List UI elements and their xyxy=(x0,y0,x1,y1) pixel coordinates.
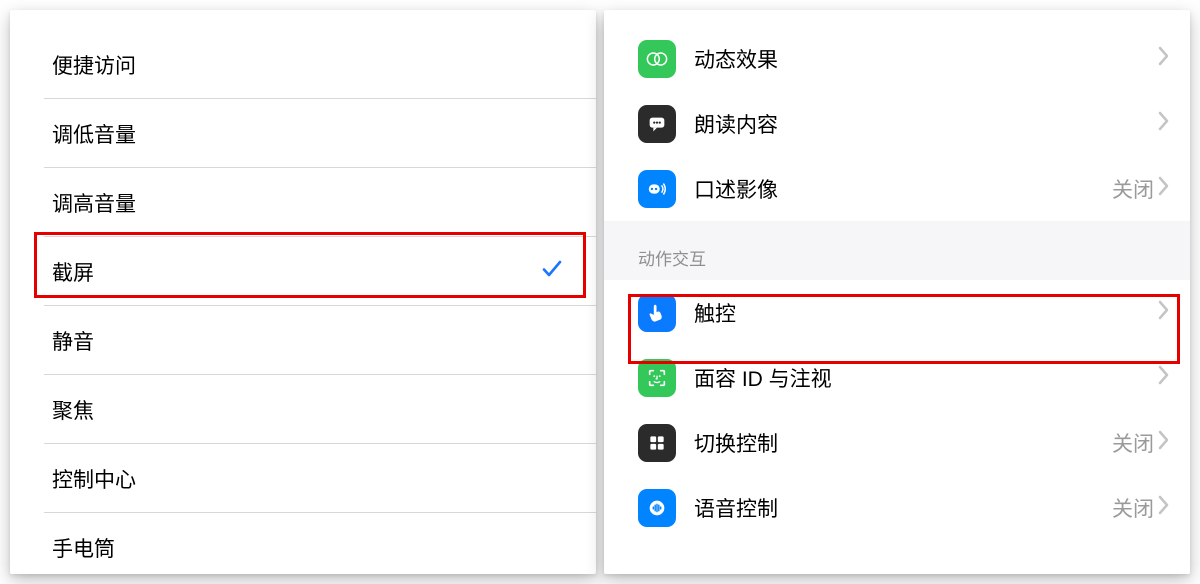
settings-row-label: 口述影像 xyxy=(694,174,1112,204)
settings-row-status: 关闭 xyxy=(1112,493,1154,523)
settings-row-voice-control[interactable]: 语音控制 关闭 xyxy=(604,475,1190,540)
option-convenient-access[interactable]: 便捷访问 xyxy=(10,30,596,99)
option-label: 调低音量 xyxy=(52,119,570,149)
chevron-right-icon xyxy=(1158,46,1170,72)
settings-row-label: 触控 xyxy=(694,298,1158,328)
option-control-center[interactable]: 控制中心 xyxy=(10,444,596,513)
left-panel: 便捷访问 调低音量 调高音量 截屏 静音 聚焦 控制中心 手电筒 xyxy=(10,10,596,574)
option-volume-up[interactable]: 调高音量 xyxy=(10,168,596,237)
settings-row-label: 面容 ID 与注视 xyxy=(694,363,1158,393)
settings-row-spoken-content[interactable]: 朗读内容 xyxy=(604,91,1190,156)
settings-row-status: 关闭 xyxy=(1112,428,1154,458)
settings-row-audio-descriptions[interactable]: 口述影像 关闭 xyxy=(604,156,1190,221)
right-panel: 动态效果 朗读内容 口述影像 关闭 动作交互 触控 xyxy=(604,10,1190,574)
settings-row-label: 语音控制 xyxy=(694,493,1112,523)
settings-row-label: 切换控制 xyxy=(694,428,1112,458)
option-focus[interactable]: 聚焦 xyxy=(10,375,596,444)
voice-control-icon xyxy=(638,489,676,527)
settings-row-switch-control[interactable]: 切换控制 关闭 xyxy=(604,410,1190,475)
chevron-right-icon xyxy=(1158,111,1170,137)
option-screenshot[interactable]: 截屏 xyxy=(10,237,596,306)
faceid-icon xyxy=(638,359,676,397)
settings-row-touch[interactable]: 触控 xyxy=(604,280,1190,345)
option-label: 便捷访问 xyxy=(52,50,570,80)
chevron-right-icon xyxy=(1158,430,1170,456)
checkmark-icon xyxy=(540,257,570,287)
option-label: 调高音量 xyxy=(52,188,570,218)
touch-icon xyxy=(638,294,676,332)
settings-row-motion[interactable]: 动态效果 xyxy=(604,26,1190,91)
section-header-physical-motor: 动作交互 xyxy=(604,221,1190,280)
settings-group-2: 触控 面容 ID 与注视 切换控制 关闭 语音控制 关闭 xyxy=(604,280,1190,540)
option-label: 静音 xyxy=(52,326,570,356)
motion-icon xyxy=(638,40,676,78)
option-label: 控制中心 xyxy=(52,464,570,494)
chevron-right-icon xyxy=(1158,365,1170,391)
option-label: 截屏 xyxy=(52,257,540,287)
audio-description-icon xyxy=(638,170,676,208)
settings-row-status: 关闭 xyxy=(1112,174,1154,204)
settings-row-label: 动态效果 xyxy=(694,44,1158,74)
chevron-right-icon xyxy=(1158,495,1170,521)
option-mute[interactable]: 静音 xyxy=(10,306,596,375)
speech-bubble-icon xyxy=(638,105,676,143)
option-flashlight[interactable]: 手电筒 xyxy=(10,513,596,574)
switch-control-icon xyxy=(638,424,676,462)
settings-row-label: 朗读内容 xyxy=(694,109,1158,139)
action-options-list: 便捷访问 调低音量 调高音量 截屏 静音 聚焦 控制中心 手电筒 xyxy=(10,10,596,574)
option-label: 手电筒 xyxy=(52,533,570,563)
settings-group-1: 动态效果 朗读内容 口述影像 关闭 xyxy=(604,10,1190,221)
option-label: 聚焦 xyxy=(52,395,570,425)
option-volume-down[interactable]: 调低音量 xyxy=(10,99,596,168)
settings-row-faceid-attention[interactable]: 面容 ID 与注视 xyxy=(604,345,1190,410)
chevron-right-icon xyxy=(1158,176,1170,202)
chevron-right-icon xyxy=(1158,300,1170,326)
